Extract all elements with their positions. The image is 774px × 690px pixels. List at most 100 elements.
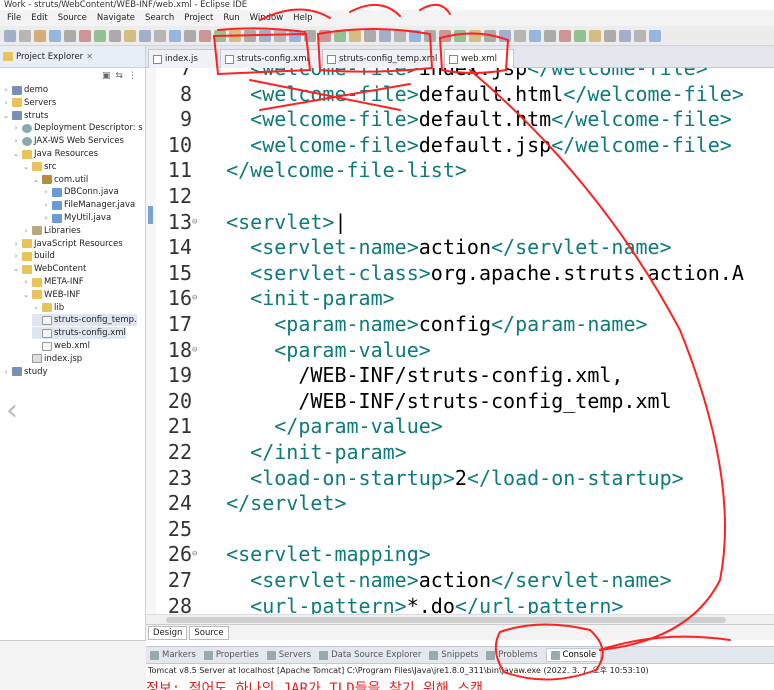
toolbar-button-icon[interactable] [199, 29, 211, 42]
toolbar-button-icon[interactable] [394, 29, 406, 42]
bottom-tab[interactable]: Data Source Explorer [319, 650, 421, 660]
toolbar-button-icon[interactable] [169, 29, 181, 42]
twisty-icon[interactable]: ⌄ [22, 289, 30, 301]
toolbar-button-icon[interactable] [34, 29, 46, 42]
twisty-icon[interactable]: › [32, 302, 40, 314]
tree-item[interactable]: › JavaScript Resources [12, 238, 123, 250]
tree-item[interactable]: › build [12, 250, 55, 262]
toolbar-button-icon[interactable] [274, 29, 286, 42]
menu-run[interactable]: Run [218, 13, 244, 23]
toolbar-button-icon[interactable] [79, 29, 91, 42]
toolbar-button-icon[interactable] [439, 29, 451, 42]
toolbar-button-icon[interactable] [94, 29, 106, 42]
editor-tab[interactable]: web.xml [444, 49, 514, 68]
toolbar-button-icon[interactable] [64, 29, 76, 42]
fold-toggle-icon[interactable]: ⊖ [192, 542, 202, 568]
twisty-icon[interactable]: › [12, 122, 20, 134]
tree-item[interactable]: › META-INF [22, 276, 84, 288]
toolbar-button-icon[interactable] [574, 29, 586, 42]
toolbar-button-icon[interactable] [589, 29, 601, 42]
tree-item[interactable]: › JAX-WS Web Services [12, 135, 124, 147]
tree-item[interactable]: › MyUtil.java [42, 212, 112, 224]
twisty-icon[interactable]: › [2, 97, 10, 109]
chevron-left-icon[interactable]: ‹ [6, 396, 18, 426]
tree-item[interactable]: › FileManager.java [42, 199, 136, 211]
bottom-tab[interactable]: Properties [203, 650, 259, 660]
tree-item[interactable]: ⌄ WebContent [12, 263, 86, 275]
bottom-tab[interactable]: Markers [150, 650, 196, 660]
toolbar-button-icon[interactable] [349, 29, 361, 42]
twisty-icon[interactable]: ⌄ [32, 174, 40, 186]
tree-item[interactable]: › DBConn.java [42, 186, 119, 198]
twisty-icon[interactable]: › [42, 186, 50, 198]
tree-item[interactable]: › study [2, 366, 48, 378]
twisty-icon[interactable]: › [12, 238, 20, 250]
toolbar-button-icon[interactable] [214, 29, 226, 42]
toolbar-button-icon[interactable] [49, 29, 61, 42]
menu-help[interactable]: Help [288, 13, 317, 23]
toolbar-button-icon[interactable] [544, 29, 556, 42]
toolbar-button-icon[interactable] [4, 29, 16, 42]
toolbar-button-icon[interactable] [304, 29, 316, 42]
toolbar-button-icon[interactable] [529, 29, 541, 42]
fold-toggle-icon[interactable]: ⊖ [192, 338, 202, 364]
bottom-tab[interactable]: Problems [486, 650, 538, 660]
twisty-icon[interactable]: › [42, 199, 50, 211]
twisty-icon[interactable]: › [2, 366, 10, 378]
toolbar-button-icon[interactable] [124, 29, 136, 42]
bottom-tab[interactable]: Snippets [429, 650, 478, 660]
twisty-icon[interactable]: ⌄ [12, 148, 20, 160]
toolbar-button-icon[interactable] [634, 29, 646, 42]
toolbar-button-icon[interactable] [619, 29, 631, 42]
toolbar-button-icon[interactable] [364, 29, 376, 42]
bottom-tab[interactable]: Console [545, 648, 602, 662]
collapse-all-icon[interactable]: ▣ [102, 71, 111, 81]
menu-window[interactable]: Window [245, 13, 289, 23]
fold-toggle-icon[interactable]: ⊖ [192, 286, 202, 312]
menu-project[interactable]: Project [179, 13, 218, 23]
twisty-icon[interactable]: ⌄ [2, 110, 10, 122]
menu-file[interactable]: File [2, 13, 26, 23]
twisty-icon[interactable]: › [2, 84, 10, 96]
twisty-icon[interactable]: ⌄ [12, 263, 20, 275]
toolbar-button-icon[interactable] [499, 29, 511, 42]
tree-item[interactable]: ⌄ struts [2, 110, 48, 122]
toolbar-button-icon[interactable] [424, 29, 436, 42]
twisty-icon[interactable]: › [12, 135, 20, 147]
twisty-icon[interactable]: › [22, 225, 30, 237]
tree-item[interactable]: › demo [2, 84, 49, 96]
toolbar-button-icon[interactable] [649, 29, 661, 42]
twisty-icon[interactable]: › [12, 250, 20, 262]
editor-tab[interactable]: struts-config.xml [220, 49, 320, 68]
tree-item[interactable]: ⌄ WEB-INF [22, 289, 80, 301]
link-editor-icon[interactable]: ⇆ [115, 71, 123, 81]
bottom-tab[interactable]: Servers [266, 650, 311, 660]
toolbar-button-icon[interactable] [454, 29, 466, 42]
menu-search[interactable]: Search [140, 13, 179, 23]
editor-tab[interactable]: struts-config_temp.xml [322, 49, 442, 68]
toolbar-button-icon[interactable] [109, 29, 121, 42]
toolbar-button-icon[interactable] [484, 29, 496, 42]
toolbar-button-icon[interactable] [559, 29, 571, 42]
toolbar-button-icon[interactable] [334, 29, 346, 42]
toolbar-button-icon[interactable] [409, 29, 421, 42]
tree-item[interactable]: ⌄ Java Resources [12, 148, 98, 160]
scrollbar-thumb[interactable] [166, 617, 726, 623]
tab-source[interactable]: Source [189, 625, 229, 640]
toolbar-button-icon[interactable] [469, 29, 481, 42]
toolbar-button-icon[interactable] [379, 29, 391, 42]
toolbar-button-icon[interactable] [229, 29, 241, 42]
close-icon[interactable]: ✕ [86, 52, 93, 61]
toolbar-button-icon[interactable] [244, 29, 256, 42]
toolbar-button-icon[interactable] [19, 29, 31, 42]
twisty-icon[interactable]: › [22, 276, 30, 288]
tree-item[interactable]: › lib [32, 302, 65, 314]
twisty-icon[interactable]: › [42, 212, 50, 224]
toolbar-button-icon[interactable] [514, 29, 526, 42]
editor-horizontal-scrollbar[interactable] [146, 614, 774, 624]
menu-edit[interactable]: Edit [26, 13, 52, 23]
tab-design[interactable]: Design [148, 625, 188, 640]
editor-tab[interactable]: index.js [148, 49, 218, 68]
tree-item[interactable]: index.jsp [22, 353, 82, 365]
fold-toggle-icon[interactable]: ⊖ [192, 210, 202, 236]
